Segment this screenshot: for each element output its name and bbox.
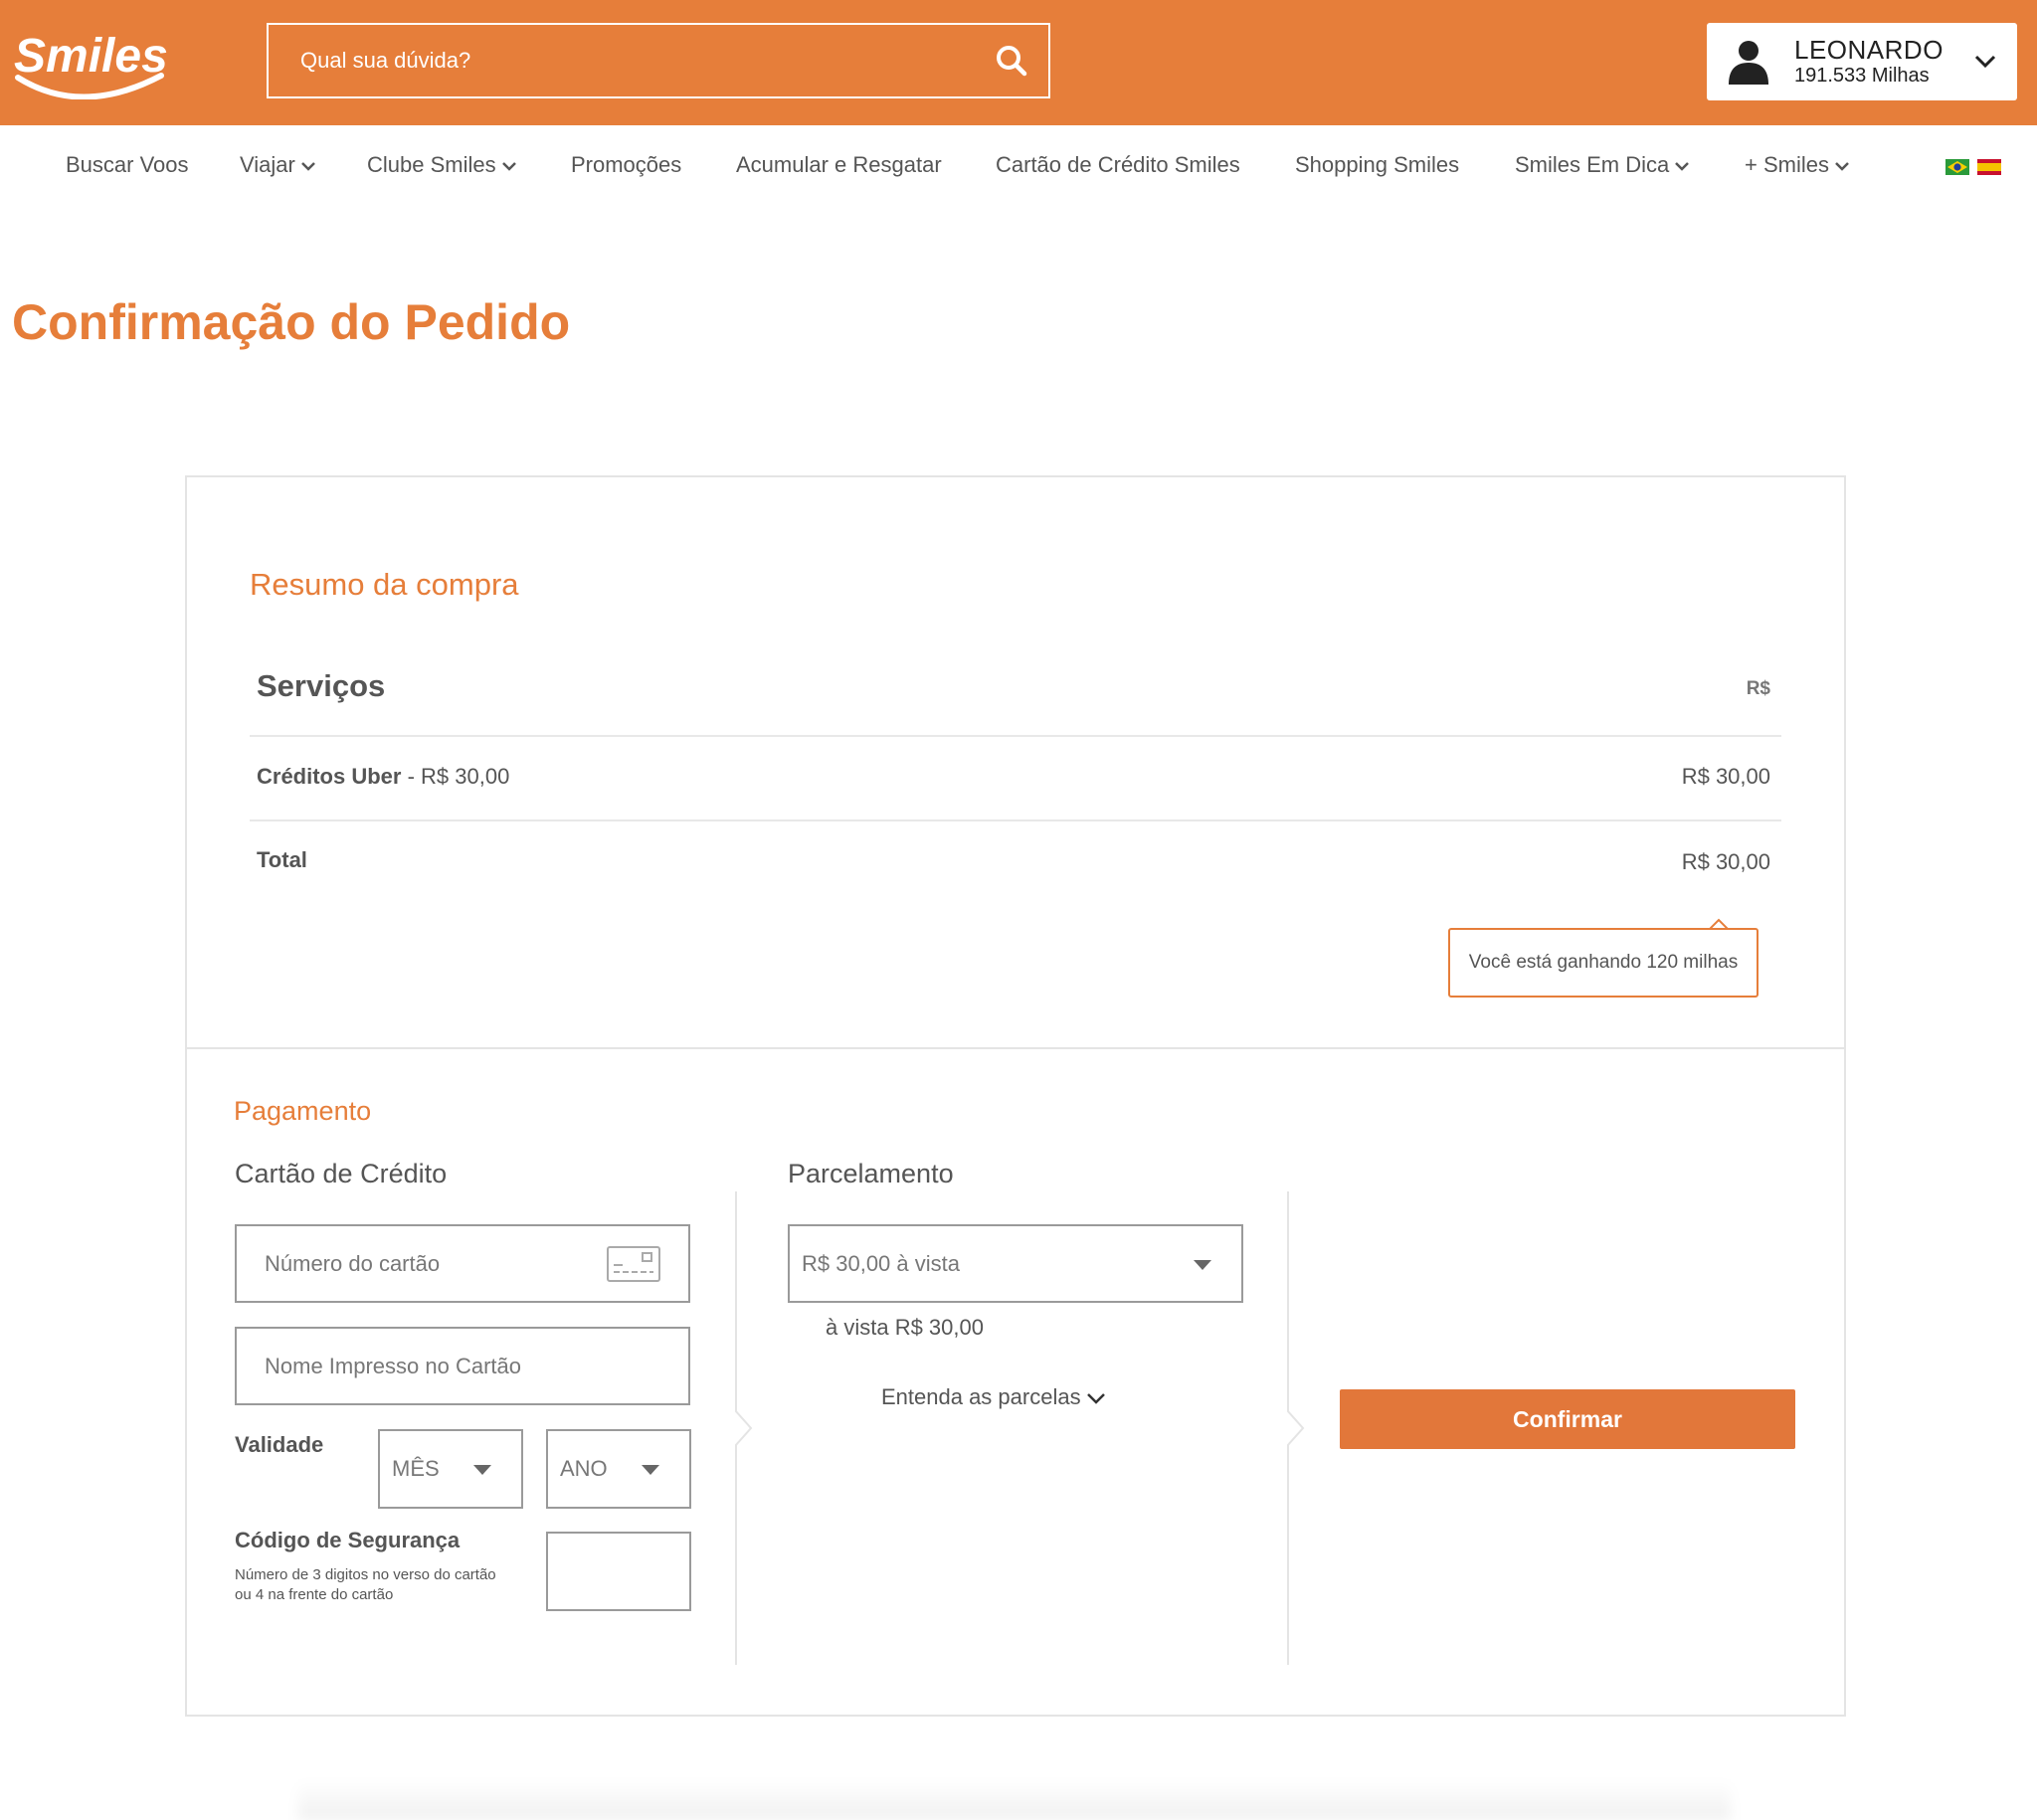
order-item-price: R$ 30,00 — [1681, 764, 1770, 789]
nav-item-smiles-em-dica[interactable]: Smiles Em Dica — [1515, 125, 1690, 205]
total-value: R$ 30,00 — [1681, 849, 1770, 874]
confirm-button[interactable]: Confirmar — [1340, 1389, 1795, 1449]
chevron-down-icon — [1086, 1393, 1105, 1404]
expiry-month-value: MÊS — [392, 1456, 440, 1481]
search-icon[interactable] — [995, 44, 1028, 78]
site-header: Smiles LEONARDO 191.533 Milhas — [0, 0, 2037, 125]
user-icon — [1729, 41, 1768, 85]
nav-item-label: Promoções — [571, 152, 682, 177]
cvv-input[interactable] — [548, 1534, 689, 1609]
user-menu[interactable]: LEONARDO 191.533 Milhas — [1707, 23, 2017, 100]
section-divider — [185, 1047, 1846, 1049]
nav-item-clube-smiles[interactable]: Clube Smiles — [367, 125, 516, 205]
user-miles-balance: 191.533 Milhas — [1794, 65, 1930, 87]
credit-card-icon — [607, 1246, 660, 1282]
installments-title: Parcelamento — [788, 1159, 954, 1188]
payment-title: Pagamento — [234, 1096, 372, 1126]
order-item-name: Créditos Uber — [257, 764, 402, 789]
nav-item-viajar[interactable]: Viajar — [240, 125, 315, 205]
cvv-field — [546, 1532, 691, 1611]
nav-item-cartao-credito[interactable]: Cartão de Crédito Smiles — [996, 125, 1240, 205]
brazil-flag-icon[interactable] — [1945, 159, 1969, 175]
user-name: LEONARDO — [1794, 35, 1944, 65]
main-nav: Buscar Voos Viajar Clube Smiles Promoçõe… — [0, 125, 2037, 205]
expiry-year-value: ANO — [560, 1456, 608, 1481]
smiles-logo-icon: Smiles — [14, 30, 168, 100]
installment-summary: à vista R$ 30,00 — [826, 1315, 984, 1340]
nav-item-acumular-resgatar[interactable]: Acumular e Resgatar — [736, 125, 942, 205]
learn-installments-label: Entenda as parcelas — [881, 1384, 1081, 1409]
expiry-month-select[interactable]: MÊS — [378, 1429, 523, 1509]
credit-card-title: Cartão de Crédito — [235, 1159, 448, 1188]
chevron-down-icon — [300, 162, 315, 171]
currency-header: R$ — [1746, 678, 1770, 699]
nav-item-label: Smiles Em Dica — [1515, 152, 1670, 177]
services-header: Serviços — [257, 668, 386, 703]
total-label: Total — [257, 847, 307, 872]
order-item: Créditos Uber - R$ 30,00 — [257, 764, 509, 790]
caret-down-icon — [473, 1465, 491, 1475]
validity-label: Validade — [235, 1432, 324, 1457]
card-name-field — [235, 1327, 690, 1405]
caret-down-icon — [642, 1465, 659, 1475]
cvv-label: Código de Segurança — [235, 1528, 461, 1552]
chevron-down-icon — [501, 162, 516, 171]
smiles-logo[interactable]: Smiles — [12, 20, 171, 100]
nav-item-label: Cartão de Crédito Smiles — [996, 152, 1240, 177]
nav-item-mais-smiles[interactable]: + Smiles — [1745, 125, 1849, 205]
spain-flag-icon[interactable] — [1977, 159, 2001, 175]
nav-item-promocoes[interactable]: Promoções — [571, 125, 681, 205]
divider-arrow-icon — [735, 1410, 753, 1446]
miles-earned-tooltip: Você está ganhando 120 milhas — [1448, 928, 1759, 998]
nav-item-label: Shopping Smiles — [1295, 152, 1460, 177]
cvv-help-text: Número de 3 digitos no verso do cartão — [235, 1566, 496, 1583]
row-divider — [250, 735, 1781, 737]
nav-item-label: Acumular e Resgatar — [736, 152, 942, 177]
svg-text:Smiles: Smiles — [14, 30, 168, 83]
expiry-year-select[interactable]: ANO — [546, 1429, 691, 1509]
search-input[interactable] — [269, 25, 965, 96]
card-number-field — [235, 1224, 690, 1303]
nav-item-label: + Smiles — [1745, 152, 1829, 177]
page-title: Confirmação do Pedido — [12, 294, 571, 350]
chevron-down-icon[interactable] — [1973, 49, 1997, 73]
caret-down-icon — [1194, 1260, 1211, 1270]
row-divider — [250, 819, 1781, 821]
nav-item-label: Clube Smiles — [367, 152, 496, 177]
cvv-help-text: ou 4 na frente do cartão — [235, 1586, 394, 1603]
learn-installments-link[interactable]: Entenda as parcelas — [881, 1384, 1105, 1410]
chevron-down-icon — [1675, 162, 1690, 171]
nav-item-buscar-voos[interactable]: Buscar Voos — [66, 125, 189, 205]
order-item-detail: - R$ 30,00 — [401, 764, 510, 789]
search-box — [267, 23, 1050, 98]
footer-shadow — [298, 1780, 1731, 1820]
divider-arrow-icon — [1287, 1410, 1305, 1446]
nav-item-shopping-smiles[interactable]: Shopping Smiles — [1295, 125, 1459, 205]
nav-item-label: Buscar Voos — [66, 152, 189, 177]
nav-item-label: Viajar — [240, 152, 295, 177]
chevron-down-icon — [1835, 162, 1849, 171]
summary-title: Resumo da compra — [250, 567, 519, 602]
installment-selected-value: R$ 30,00 à vista — [802, 1251, 960, 1276]
installment-select[interactable]: R$ 30,00 à vista — [788, 1224, 1243, 1303]
card-name-input[interactable] — [237, 1329, 688, 1403]
